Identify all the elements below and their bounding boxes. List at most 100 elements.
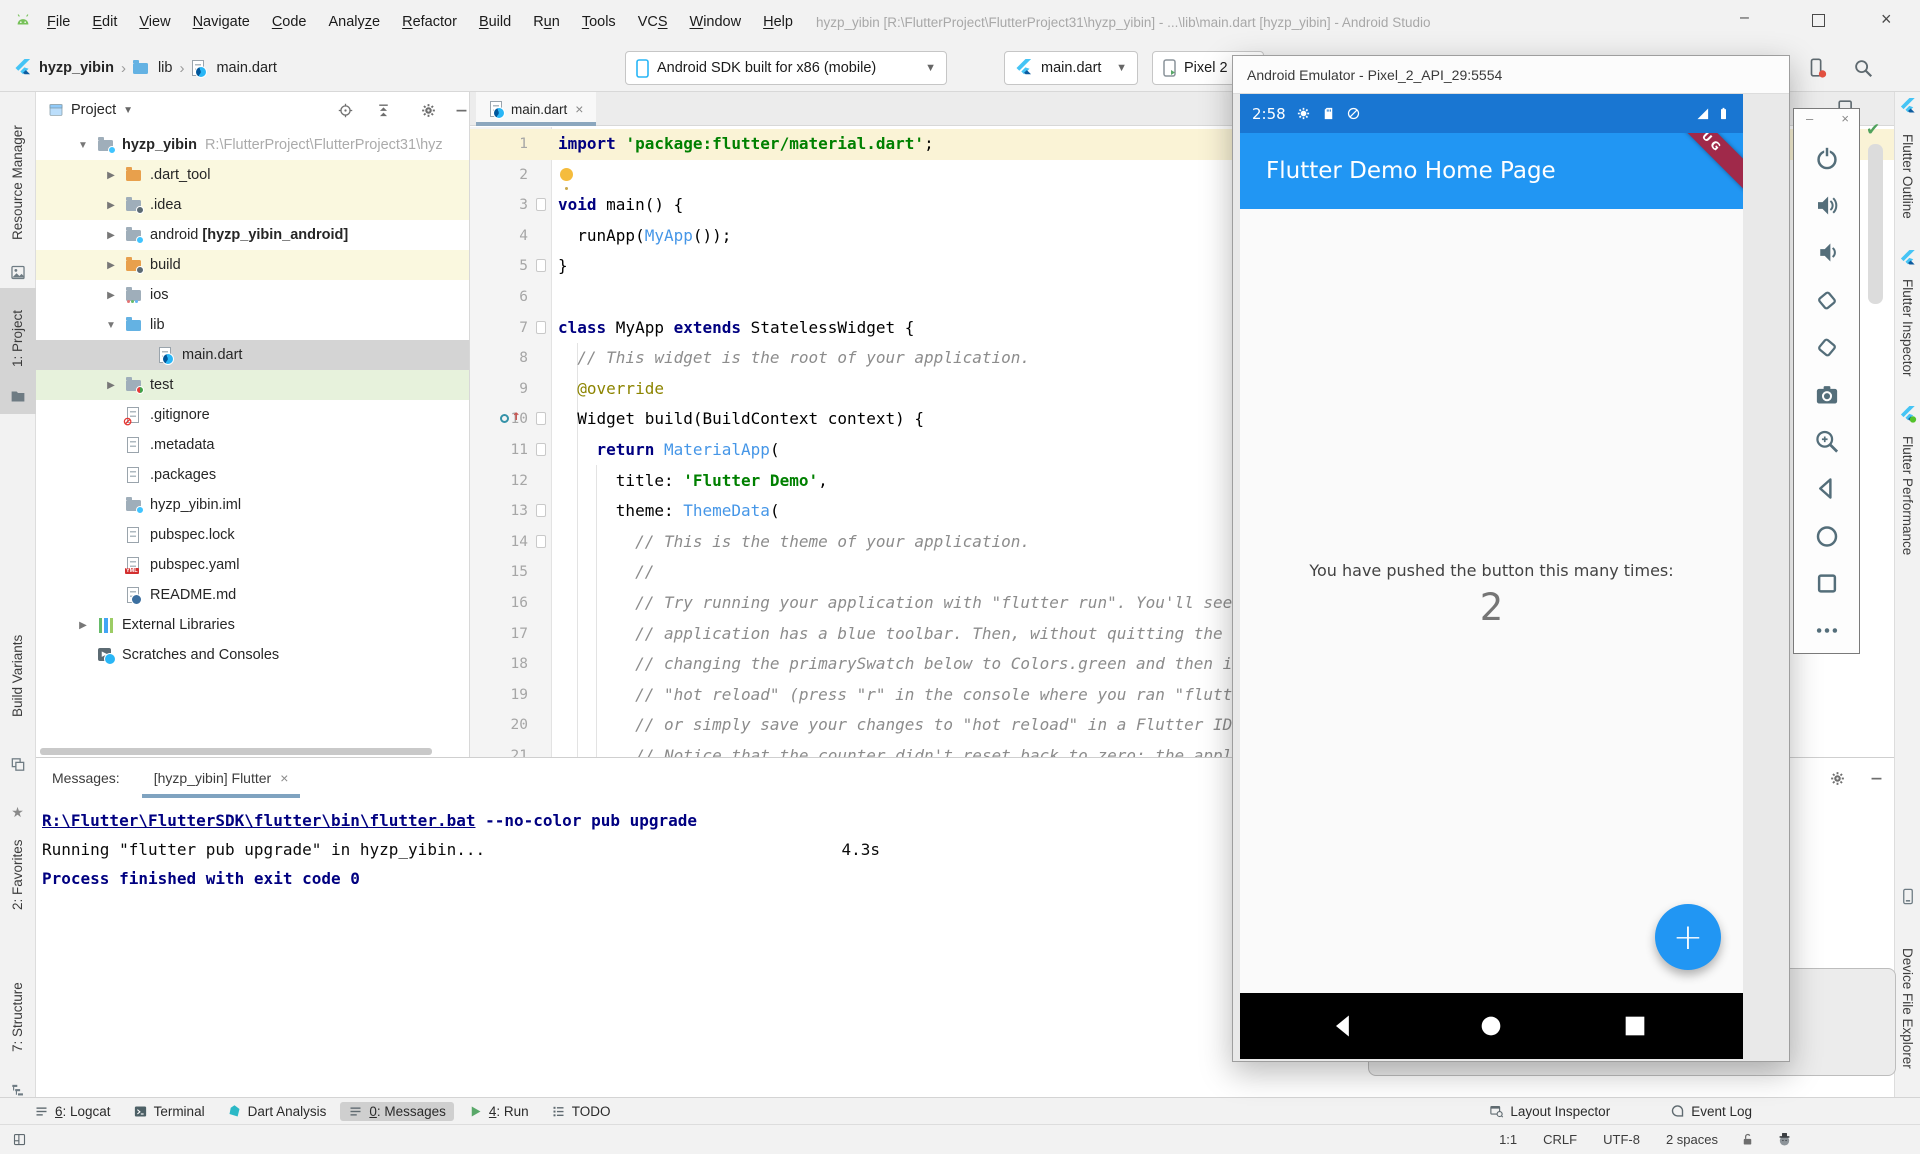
editor-scrollbar[interactable] bbox=[1868, 144, 1883, 304]
minimize-button[interactable]: – bbox=[1806, 111, 1813, 126]
home-button[interactable] bbox=[1813, 523, 1840, 550]
more-button[interactable] bbox=[1813, 617, 1840, 644]
intention-bulb-icon[interactable] bbox=[560, 168, 573, 181]
tab-main-dart[interactable]: main.dart × bbox=[476, 92, 596, 126]
toolwindow-messages[interactable]: 0: Messages bbox=[340, 1102, 454, 1121]
stripe-tab-flutter-performance[interactable]: Flutter Performance bbox=[1895, 428, 1920, 564]
tree-item-readme-md[interactable]: README.md bbox=[36, 580, 469, 610]
toolwindow-run[interactable]: 4: Run bbox=[460, 1102, 537, 1121]
tree-item-test[interactable]: ▶test bbox=[36, 370, 469, 400]
tree-item--packages[interactable]: .packages bbox=[36, 460, 469, 490]
collapse-all-icon[interactable] bbox=[375, 102, 392, 119]
tree-item-android[interactable]: ▶android [hyzp_yibin_android] bbox=[36, 220, 469, 250]
tree-item-lib[interactable]: ▼lib bbox=[36, 310, 469, 340]
status-2-spaces[interactable]: 2 spaces bbox=[1666, 1132, 1718, 1147]
toolwindow-logcat[interactable]: 6: Logcat bbox=[26, 1102, 119, 1121]
menu-code[interactable]: Code bbox=[261, 9, 318, 35]
flutter-bat-link[interactable]: R:\Flutter\FlutterSDK\flutter\bin\flutte… bbox=[42, 811, 475, 830]
status-utf-8[interactable]: UTF-8 bbox=[1603, 1132, 1640, 1147]
chevron-right-icon[interactable]: ▶ bbox=[104, 380, 118, 391]
search-everywhere-icon[interactable] bbox=[1852, 57, 1874, 79]
horizontal-scrollbar[interactable] bbox=[40, 748, 432, 755]
device-selector[interactable]: Android SDK built for x86 (mobile) ▼ bbox=[625, 51, 947, 85]
tree-item-pubspec-yaml[interactable]: YMLpubspec.yaml bbox=[36, 550, 469, 580]
menu-refactor[interactable]: Refactor bbox=[391, 9, 468, 35]
chevron-right-icon[interactable]: ▶ bbox=[104, 170, 118, 181]
menu-build[interactable]: Build bbox=[468, 9, 522, 35]
stripe-tab-resource-manager[interactable]: Resource Manager bbox=[0, 105, 35, 260]
menu-tools[interactable]: Tools bbox=[571, 9, 627, 35]
settings-gear-icon[interactable] bbox=[1829, 770, 1846, 787]
tree-item-ios[interactable]: ▶ios bbox=[36, 280, 469, 310]
breadcrumb[interactable]: hyzp_yibin › lib › main.dart bbox=[14, 44, 277, 92]
zoom-button[interactable] bbox=[1813, 428, 1840, 455]
settings-gear-icon[interactable] bbox=[420, 102, 437, 119]
close-button[interactable]: × bbox=[1881, 10, 1892, 28]
stripe-tab-device-file-explorer[interactable]: Device File Explorer bbox=[1895, 912, 1920, 1104]
fold-marker-icon[interactable] bbox=[536, 412, 546, 425]
status-crlf[interactable]: CRLF bbox=[1543, 1132, 1577, 1147]
hide-panel-icon[interactable] bbox=[1868, 770, 1885, 787]
menu-view[interactable]: View bbox=[128, 9, 181, 35]
override-arrow-icon[interactable]: ↑ bbox=[512, 408, 520, 424]
menu-window[interactable]: Window bbox=[679, 9, 753, 35]
chevron-right-icon[interactable]: ▶ bbox=[76, 620, 90, 631]
menu-file[interactable]: File bbox=[36, 9, 81, 35]
nav-home-button[interactable] bbox=[1477, 1012, 1505, 1040]
nav-back-button[interactable] bbox=[1329, 1012, 1357, 1040]
close-button[interactable]: × bbox=[1841, 111, 1849, 126]
stripe-tab-2-favorites[interactable]: 2: Favorites bbox=[0, 822, 35, 928]
tree-item-hyzp-yibin[interactable]: ▼hyzp_yibinR:\FlutterProject\FlutterProj… bbox=[36, 130, 469, 160]
close-tab-icon[interactable]: × bbox=[575, 101, 583, 117]
stripe-tab-flutter-outline[interactable]: Flutter Outline bbox=[1895, 120, 1920, 232]
fold-marker-icon[interactable] bbox=[536, 198, 546, 211]
status-1-1[interactable]: 1:1 bbox=[1499, 1132, 1517, 1147]
chevron-down-icon[interactable]: ▼ bbox=[76, 140, 90, 151]
toolwindow-layout-inspector[interactable]: Layout Inspector bbox=[1481, 1102, 1618, 1121]
locate-file-icon[interactable] bbox=[337, 102, 354, 119]
toolwindow-toggle-icon[interactable] bbox=[12, 1132, 27, 1147]
chevron-right-icon[interactable]: ▶ bbox=[104, 230, 118, 241]
fold-marker-icon[interactable] bbox=[536, 259, 546, 272]
stripe-tab-flutter-inspector[interactable]: Flutter Inspector bbox=[1895, 272, 1920, 384]
rotate-right-button[interactable] bbox=[1813, 334, 1840, 361]
emulator-title-bar[interactable]: Android Emulator - Pixel_2_API_29:5554 bbox=[1233, 56, 1789, 94]
toolwindow-event-log[interactable]: Event Log bbox=[1662, 1102, 1760, 1121]
hide-panel-icon[interactable] bbox=[453, 102, 470, 119]
menu-navigate[interactable]: Navigate bbox=[182, 9, 261, 35]
chevron-right-icon[interactable]: ▶ bbox=[104, 260, 118, 271]
nav-overview-button[interactable] bbox=[1621, 1012, 1649, 1040]
back-button[interactable] bbox=[1813, 475, 1840, 502]
menu-analyze[interactable]: Analyze bbox=[318, 9, 392, 35]
messages-tab[interactable]: [hyzp_yibin] Flutter × bbox=[142, 758, 301, 798]
toolwindow-terminal[interactable]: Terminal bbox=[125, 1102, 213, 1121]
tree-item--metadata[interactable]: .metadata bbox=[36, 430, 469, 460]
device-manager-icon[interactable] bbox=[1806, 57, 1828, 79]
fab-increment-button[interactable]: + bbox=[1655, 904, 1721, 970]
menu-help[interactable]: Help bbox=[752, 9, 804, 35]
minimize-button[interactable]: – bbox=[1740, 10, 1749, 26]
menu-vcs[interactable]: VCS bbox=[627, 9, 679, 35]
tree-item-hyzp-yibin-iml[interactable]: hyzp_yibin.iml bbox=[36, 490, 469, 520]
overview-button[interactable] bbox=[1813, 570, 1840, 597]
fold-marker-icon[interactable] bbox=[536, 443, 546, 456]
lock-icon[interactable] bbox=[1740, 1132, 1755, 1147]
tree-item--dart-tool[interactable]: ▶.dart_tool bbox=[36, 160, 469, 190]
tree-item-main-dart[interactable]: main.dart bbox=[36, 340, 469, 370]
chevron-right-icon[interactable]: ▶ bbox=[104, 200, 118, 211]
tree-item-build[interactable]: ▶build bbox=[36, 250, 469, 280]
fold-marker-icon[interactable] bbox=[536, 535, 546, 548]
volume-up-button[interactable] bbox=[1813, 192, 1840, 219]
chevron-down-icon[interactable]: ▼ bbox=[104, 320, 118, 331]
inspections-ok-icon[interactable]: ✔ bbox=[1866, 120, 1880, 140]
fold-marker-icon[interactable] bbox=[536, 504, 546, 517]
inspections-profile-icon[interactable] bbox=[1777, 1132, 1792, 1147]
tree-item-pubspec-lock[interactable]: pubspec.lock bbox=[36, 520, 469, 550]
chevron-right-icon[interactable]: ▶ bbox=[104, 290, 118, 301]
maximize-button[interactable] bbox=[1812, 14, 1825, 27]
stripe-tab-build-variants[interactable]: Build Variants bbox=[0, 608, 35, 744]
emulator-screen[interactable]: DEBUG 2:58 Flutter Demo Home Page You ha… bbox=[1240, 94, 1743, 1059]
tree-item-external-libraries[interactable]: ▶External Libraries bbox=[36, 610, 469, 640]
menu-edit[interactable]: Edit bbox=[81, 9, 128, 35]
fold-marker-icon[interactable] bbox=[536, 321, 546, 334]
